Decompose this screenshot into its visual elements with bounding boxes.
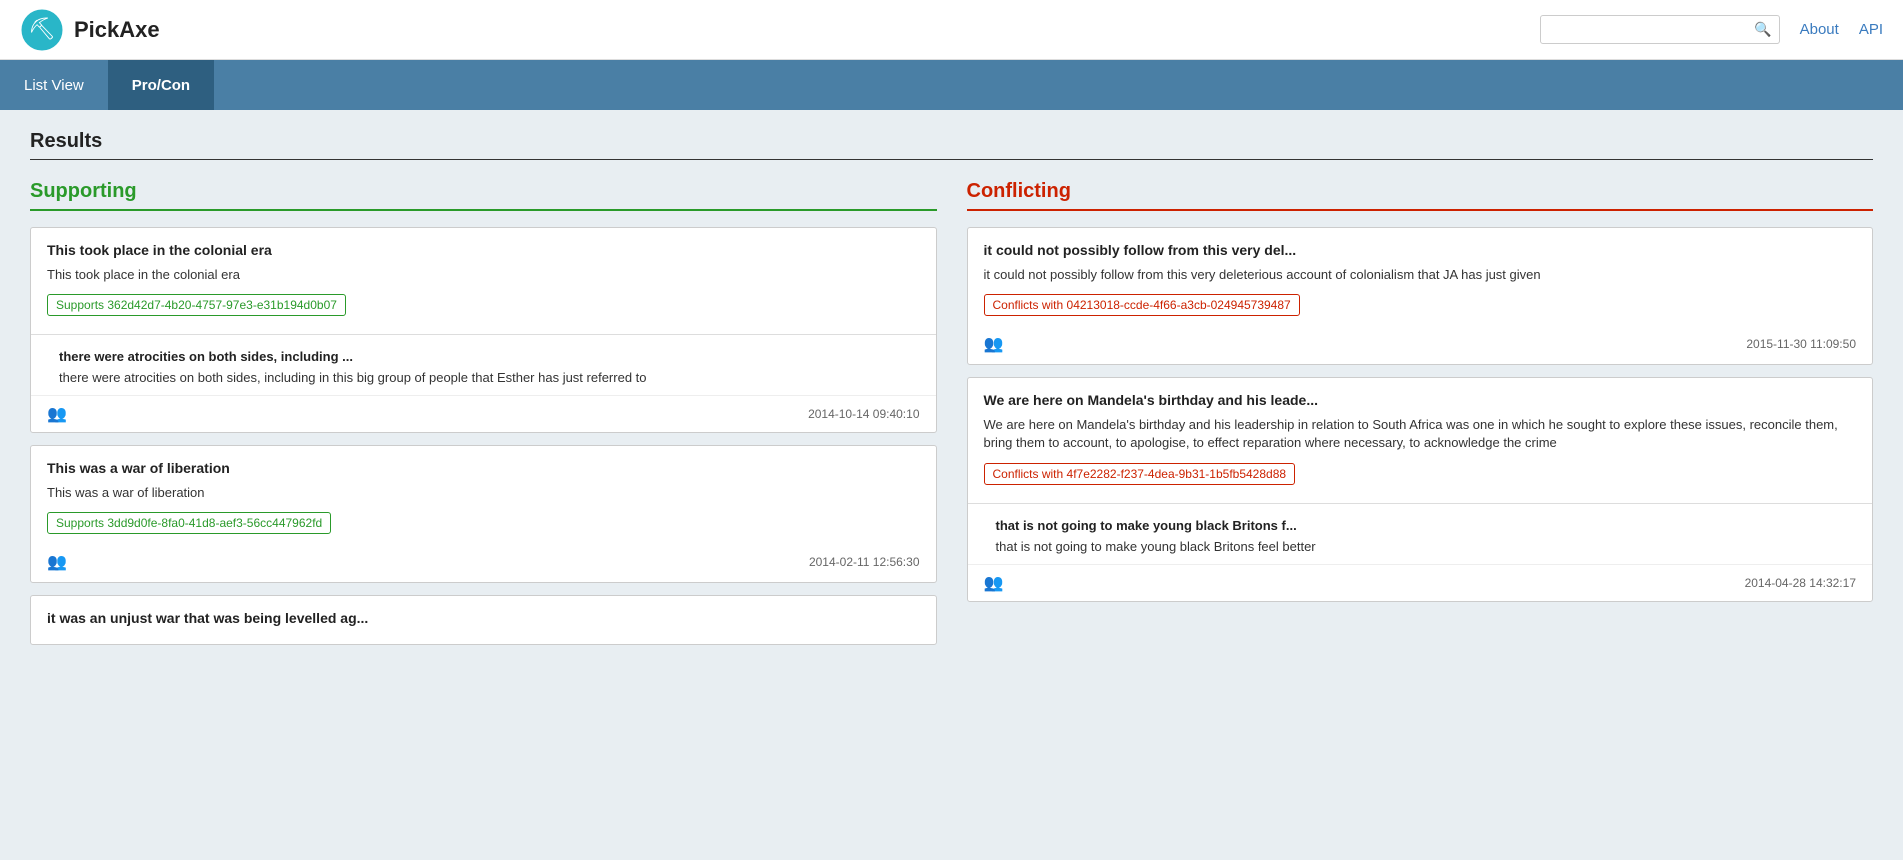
card-footer: 👥 2014-04-28 14:32:17	[968, 564, 1873, 601]
card-timestamp: 2014-10-14 09:40:10	[808, 407, 919, 421]
card-body: This was a war of liberation	[47, 484, 920, 502]
header-right: 🔍 About API	[1540, 15, 1883, 44]
logo-text: PickAxe	[74, 17, 160, 43]
card-second-title: there were atrocities on both sides, inc…	[47, 349, 920, 364]
columns: Supporting This took place in the coloni…	[30, 180, 1873, 657]
header: ⛏ PickAxe 🔍 About API	[0, 0, 1903, 60]
supporting-card-1: This took place in the colonial era This…	[30, 227, 937, 433]
search-input[interactable]	[1540, 15, 1780, 44]
card-body: We are here on Mandela's birthday and hi…	[984, 416, 1857, 452]
supporting-card-2: This was a war of liberation This was a …	[30, 445, 937, 583]
card-footer: 👥 2015-11-30 11:09:50	[984, 334, 1857, 354]
about-link[interactable]: About	[1800, 21, 1839, 38]
supporting-header: Supporting	[30, 180, 937, 211]
card-second-body: that is not going to make young black Br…	[984, 539, 1857, 554]
card-title: We are here on Mandela's birthday and hi…	[984, 392, 1857, 408]
card-second-body: there were atrocities on both sides, inc…	[47, 370, 920, 385]
user-group-icon: 👥	[984, 334, 1004, 354]
card-footer: 👥 2014-02-11 12:56:30	[47, 552, 920, 572]
nav-pro-con[interactable]: Pro/Con	[108, 60, 214, 110]
conflicting-card-2-entry-1: We are here on Mandela's birthday and hi…	[968, 378, 1873, 502]
api-link[interactable]: API	[1859, 21, 1883, 38]
conflicting-card-2-entry-2: that is not going to make young black Br…	[968, 503, 1873, 564]
supporting-card-1-entry-1: This took place in the colonial era This…	[31, 228, 936, 334]
supporting-column: Supporting This took place in the coloni…	[30, 180, 937, 657]
conflicting-column: Conflicting it could not possibly follow…	[967, 180, 1874, 657]
results-title: Results	[30, 130, 1873, 153]
supporting-card-1-entry-2: there were atrocities on both sides, inc…	[31, 334, 936, 395]
card-title: it was an unjust war that was being leve…	[47, 610, 920, 626]
card-title: it could not possibly follow from this v…	[984, 242, 1857, 258]
logo-area: ⛏ PickAxe	[20, 8, 160, 52]
card-timestamp: 2014-02-11 12:56:30	[809, 555, 920, 569]
nav-list-view[interactable]: List View	[0, 60, 108, 110]
supporting-card-3: it was an unjust war that was being leve…	[30, 595, 937, 645]
supports-tag[interactable]: Supports 3dd9d0fe-8fa0-41d8-aef3-56cc447…	[47, 512, 331, 534]
search-container: 🔍	[1540, 15, 1780, 44]
card-title: This took place in the colonial era	[47, 242, 920, 258]
conflicting-card-1: it could not possibly follow from this v…	[967, 227, 1874, 365]
card-timestamp: 2015-11-30 11:09:50	[1746, 337, 1856, 351]
card-timestamp: 2014-04-28 14:32:17	[1745, 576, 1856, 590]
conflicting-card-2: We are here on Mandela's birthday and hi…	[967, 377, 1874, 601]
svg-text:⛏: ⛏	[28, 16, 56, 41]
logo-icon: ⛏	[20, 8, 64, 52]
navbar: List View Pro/Con	[0, 60, 1903, 110]
card-body: This took place in the colonial era	[47, 266, 920, 284]
user-group-icon: 👥	[47, 552, 67, 572]
user-group-icon: 👥	[47, 404, 67, 424]
card-body: it could not possibly follow from this v…	[984, 266, 1857, 284]
card-footer: 👥 2014-10-14 09:40:10	[31, 395, 936, 432]
conflicts-tag[interactable]: Conflicts with 4f7e2282-f237-4dea-9b31-1…	[984, 463, 1296, 485]
conflicting-header: Conflicting	[967, 180, 1874, 211]
card-title: This was a war of liberation	[47, 460, 920, 476]
conflicts-tag[interactable]: Conflicts with 04213018-ccde-4f66-a3cb-0…	[984, 294, 1300, 316]
user-group-icon: 👥	[984, 573, 1004, 593]
main-content: Results Supporting This took place in th…	[0, 110, 1903, 677]
supports-tag[interactable]: Supports 362d42d7-4b20-4757-97e3-e31b194…	[47, 294, 346, 316]
search-icon: 🔍	[1754, 21, 1771, 38]
card-second-title: that is not going to make young black Br…	[984, 518, 1857, 533]
results-divider	[30, 159, 1873, 160]
